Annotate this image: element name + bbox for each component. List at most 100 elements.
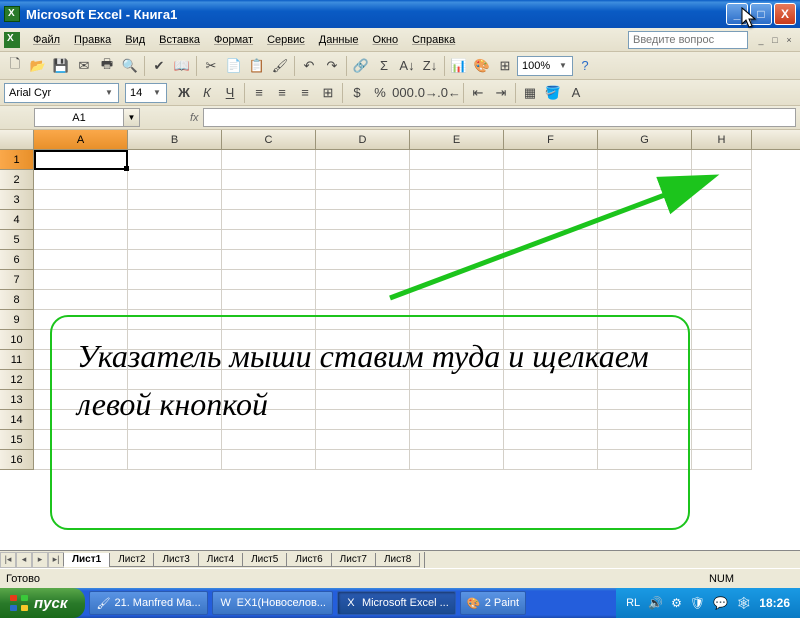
menu-сервис[interactable]: Сервис [260, 32, 312, 48]
cell-G12[interactable] [598, 370, 692, 390]
cell-F11[interactable] [504, 350, 598, 370]
cell-F15[interactable] [504, 430, 598, 450]
cell-F13[interactable] [504, 390, 598, 410]
cell-E1[interactable] [410, 150, 504, 170]
percent-button[interactable]: % [369, 82, 391, 104]
cell-E5[interactable] [410, 230, 504, 250]
cell-D5[interactable] [316, 230, 410, 250]
row-header-1[interactable]: 1 [0, 150, 34, 170]
cell-G3[interactable] [598, 190, 692, 210]
copy-button[interactable]: 📄 [223, 55, 245, 77]
tab-nav-next[interactable]: ▸ [32, 552, 48, 568]
cell-D8[interactable] [316, 290, 410, 310]
cell-H8[interactable] [692, 290, 752, 310]
chart-button[interactable]: 📊 [448, 55, 470, 77]
cell-E8[interactable] [410, 290, 504, 310]
sheet-tab-Лист2[interactable]: Лист2 [109, 553, 154, 567]
align-right-button[interactable]: ≡ [294, 82, 316, 104]
sheet-tab-Лист3[interactable]: Лист3 [153, 553, 198, 567]
clock[interactable]: 18:26 [759, 596, 790, 610]
control-icon[interactable] [4, 32, 20, 48]
cell-D9[interactable] [316, 310, 410, 330]
close-button[interactable]: X [774, 3, 796, 25]
cell-E14[interactable] [410, 410, 504, 430]
font-size-combo[interactable]: 14▼ [125, 83, 167, 103]
cell-F10[interactable] [504, 330, 598, 350]
sheet-tab-Лист1[interactable]: Лист1 [63, 553, 110, 567]
cell-B13[interactable] [128, 390, 222, 410]
doc-close-button[interactable]: × [782, 33, 796, 47]
cell-A13[interactable] [34, 390, 128, 410]
cell-G2[interactable] [598, 170, 692, 190]
row-header-2[interactable]: 2 [0, 170, 34, 190]
cell-C7[interactable] [222, 270, 316, 290]
cell-A10[interactable] [34, 330, 128, 350]
column-header-A[interactable]: A [34, 130, 128, 149]
font-name-combo[interactable]: Arial Cyr▼ [4, 83, 119, 103]
row-header-4[interactable]: 4 [0, 210, 34, 230]
cell-B11[interactable] [128, 350, 222, 370]
cell-B6[interactable] [128, 250, 222, 270]
cell-D12[interactable] [316, 370, 410, 390]
row-header-16[interactable]: 16 [0, 450, 34, 470]
cell-C1[interactable] [222, 150, 316, 170]
row-header-10[interactable]: 10 [0, 330, 34, 350]
cell-H7[interactable] [692, 270, 752, 290]
cell-D2[interactable] [316, 170, 410, 190]
cell-B9[interactable] [128, 310, 222, 330]
cell-E12[interactable] [410, 370, 504, 390]
cell-F2[interactable] [504, 170, 598, 190]
menu-вид[interactable]: Вид [118, 32, 152, 48]
tray-icon[interactable]: 💬 [713, 596, 728, 610]
font-color-button[interactable]: A [565, 82, 587, 104]
maximize-button[interactable]: □ [750, 3, 772, 25]
cell-D14[interactable] [316, 410, 410, 430]
cell-C10[interactable] [222, 330, 316, 350]
currency-button[interactable]: $ [346, 82, 368, 104]
cell-H2[interactable] [692, 170, 752, 190]
cell-G16[interactable] [598, 450, 692, 470]
cell-C8[interactable] [222, 290, 316, 310]
tray-icon[interactable]: 🛡 [690, 596, 705, 610]
cell-A12[interactable] [34, 370, 128, 390]
sum-button[interactable]: Σ [373, 55, 395, 77]
cell-A5[interactable] [34, 230, 128, 250]
cell-H16[interactable] [692, 450, 752, 470]
column-header-F[interactable]: F [504, 130, 598, 149]
select-all-button[interactable] [0, 130, 34, 149]
cell-E9[interactable] [410, 310, 504, 330]
cell-F8[interactable] [504, 290, 598, 310]
cell-H10[interactable] [692, 330, 752, 350]
name-box-dropdown[interactable]: ▼ [124, 108, 140, 127]
cell-C11[interactable] [222, 350, 316, 370]
redo-button[interactable]: ↷ [321, 55, 343, 77]
cell-G10[interactable] [598, 330, 692, 350]
paste-button[interactable]: 📋 [246, 55, 268, 77]
menu-формат[interactable]: Формат [207, 32, 260, 48]
research-button[interactable]: 📖 [171, 55, 193, 77]
help-button[interactable]: ? [574, 55, 596, 77]
new-button[interactable]: 🗋 [4, 55, 26, 77]
cell-E16[interactable] [410, 450, 504, 470]
borders-button[interactable]: ▦ [519, 82, 541, 104]
help-search-input[interactable] [628, 31, 748, 49]
row-header-8[interactable]: 8 [0, 290, 34, 310]
cell-A4[interactable] [34, 210, 128, 230]
cell-H14[interactable] [692, 410, 752, 430]
cell-F9[interactable] [504, 310, 598, 330]
row-header-13[interactable]: 13 [0, 390, 34, 410]
cell-B4[interactable] [128, 210, 222, 230]
sheet-tab-Лист4[interactable]: Лист4 [198, 553, 243, 567]
row-header-12[interactable]: 12 [0, 370, 34, 390]
start-button[interactable]: пуск [0, 588, 85, 618]
align-left-button[interactable]: ≡ [248, 82, 270, 104]
cell-H3[interactable] [692, 190, 752, 210]
cell-B10[interactable] [128, 330, 222, 350]
row-header-14[interactable]: 14 [0, 410, 34, 430]
bold-button[interactable]: Ж [173, 82, 195, 104]
merge-button[interactable]: ⊞ [317, 82, 339, 104]
tray-icon[interactable]: 🕸 [736, 596, 751, 610]
doc-minimize-button[interactable]: _ [754, 33, 768, 47]
row-header-3[interactable]: 3 [0, 190, 34, 210]
cell-A14[interactable] [34, 410, 128, 430]
